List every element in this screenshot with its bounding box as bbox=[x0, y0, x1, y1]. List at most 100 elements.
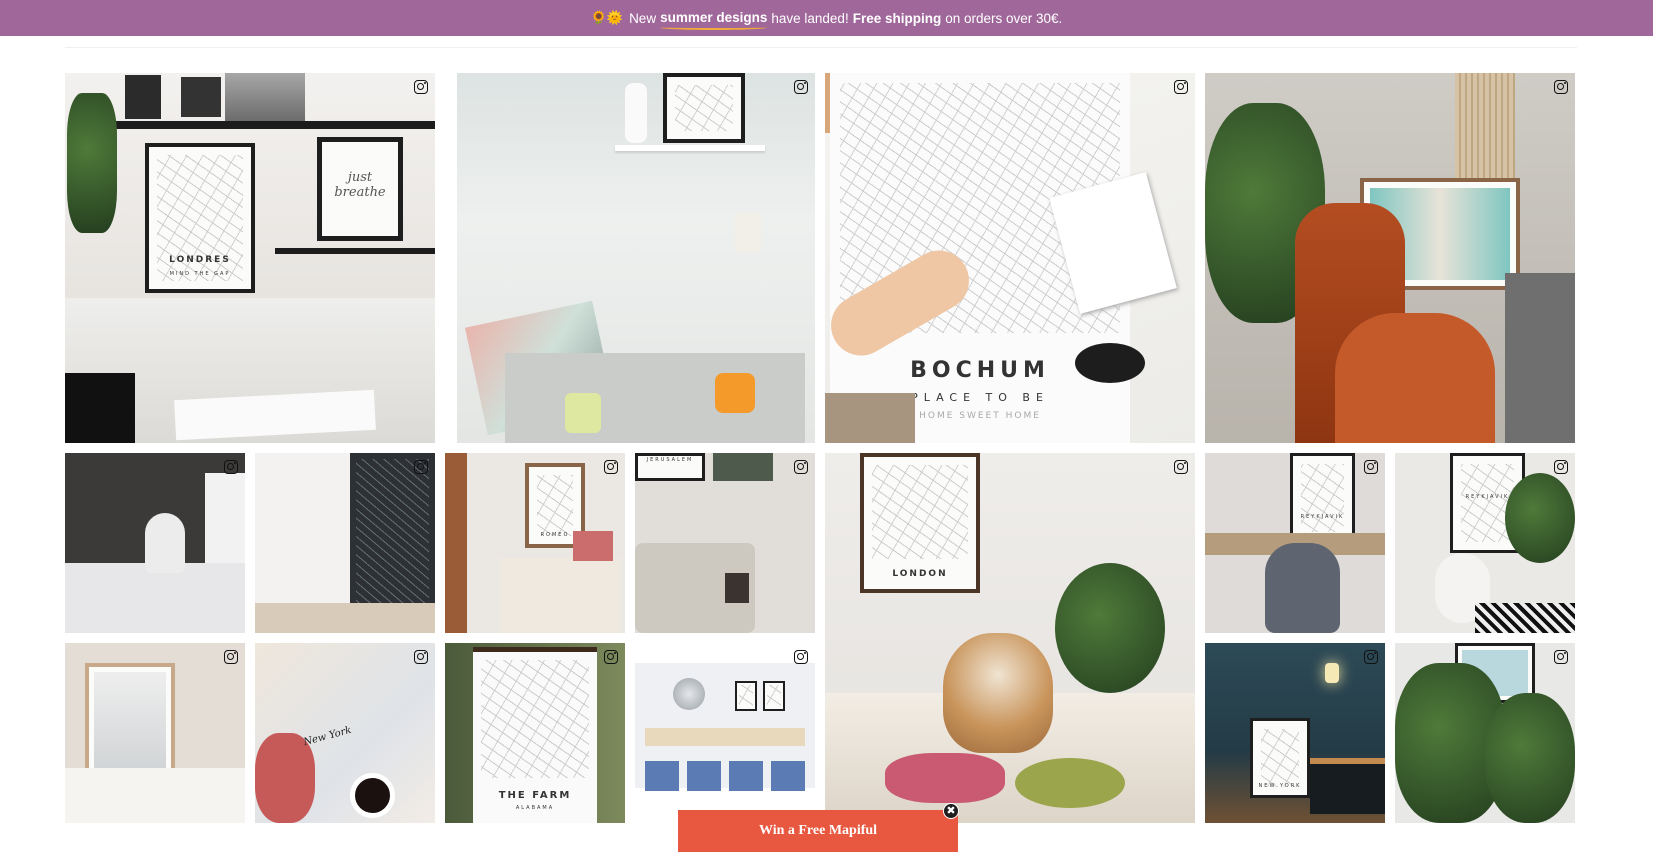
instagram-tile-12[interactable] bbox=[65, 643, 245, 823]
fruit-plate bbox=[1015, 758, 1125, 808]
poster-caption: LONDON bbox=[892, 569, 948, 579]
art-text: just breathe bbox=[334, 170, 386, 200]
map-poster: LONDON bbox=[860, 453, 980, 593]
instagram-tile-17[interactable] bbox=[1395, 643, 1575, 823]
instagram-tile-11[interactable]: REYKJAVIK bbox=[1395, 453, 1575, 633]
lamp-shade bbox=[735, 213, 761, 253]
win-free-mapiful-label: Win a Free Mapiful bbox=[758, 823, 878, 838]
instagram-icon bbox=[604, 650, 618, 664]
instagram-icon bbox=[1554, 80, 1568, 94]
instagram-tile-10[interactable]: REYKJAVIK bbox=[1205, 453, 1385, 633]
instagram-tile-7[interactable]: ROMEO bbox=[445, 453, 625, 633]
announcement-link-summer-designs[interactable]: summer designs bbox=[660, 10, 768, 30]
instagram-tile-2[interactable] bbox=[445, 73, 815, 443]
instagram-icon bbox=[414, 460, 428, 474]
dresser bbox=[500, 558, 620, 633]
instagram-icon bbox=[1554, 460, 1568, 474]
shelf bbox=[275, 248, 435, 254]
vase bbox=[625, 83, 647, 143]
hanging-plant bbox=[67, 93, 117, 233]
plant bbox=[1505, 473, 1575, 563]
instagram-icon bbox=[794, 460, 808, 474]
poster-caption: REYKJAVIK bbox=[1300, 514, 1345, 520]
juice-glass bbox=[715, 373, 755, 413]
small-frame bbox=[125, 75, 161, 119]
instagram-icon bbox=[414, 80, 428, 94]
sweater bbox=[1335, 313, 1495, 443]
announcement-text-landed: have landed! bbox=[771, 10, 849, 26]
instagram-icon bbox=[794, 80, 808, 94]
instagram-icon bbox=[1174, 80, 1188, 94]
forest-print bbox=[225, 73, 305, 121]
bathtub bbox=[65, 768, 245, 823]
rug bbox=[1475, 603, 1575, 633]
map-poster bbox=[85, 663, 175, 783]
sun-emoji: 🌻🌞 bbox=[590, 10, 624, 25]
map-poster bbox=[663, 73, 745, 143]
instagram-tile-4[interactable] bbox=[1205, 73, 1575, 443]
floor bbox=[255, 603, 435, 633]
plant bbox=[1485, 693, 1575, 823]
bed bbox=[1505, 273, 1575, 443]
lamp bbox=[725, 573, 749, 603]
map-poster: LONDRES MIND THE GAP bbox=[145, 143, 255, 293]
instagram-icon bbox=[1174, 460, 1188, 474]
announcement-bar: 🌻🌞 New summer designs have landed! Free … bbox=[0, 0, 1653, 36]
glass bbox=[565, 393, 601, 433]
person bbox=[1265, 543, 1340, 633]
chair bbox=[65, 373, 135, 443]
close-icon[interactable]: ✖ bbox=[943, 803, 959, 819]
poster-caption: JERUSALEM bbox=[646, 457, 694, 463]
announcement-text-orders: on orders over 30€. bbox=[945, 10, 1063, 26]
forest-print bbox=[713, 453, 773, 481]
plant bbox=[1055, 563, 1165, 693]
small-frame bbox=[181, 77, 221, 117]
shelf bbox=[110, 121, 435, 129]
wall-lamp bbox=[1325, 663, 1339, 683]
poster-caption: NEW YORK bbox=[1258, 783, 1302, 789]
instagram-icon bbox=[604, 460, 618, 474]
shelf bbox=[615, 145, 765, 151]
instagram-tile-5[interactable] bbox=[65, 453, 245, 633]
frame-edge bbox=[445, 73, 457, 443]
poster-subcaption: ALABAMA bbox=[515, 805, 555, 811]
instagram-tile-9[interactable]: LONDON bbox=[825, 453, 1195, 823]
map-caption: New York bbox=[302, 724, 353, 749]
instagram-tile-16[interactable]: NEW YORK bbox=[1205, 643, 1385, 823]
mirror bbox=[673, 678, 705, 710]
bench bbox=[645, 728, 805, 746]
instagram-tile-1[interactable]: LONDRES MIND THE GAP just breathe bbox=[65, 73, 435, 443]
tulips bbox=[885, 753, 1005, 803]
announcement-free-shipping: Free shipping bbox=[852, 10, 942, 26]
sunglasses bbox=[1075, 343, 1145, 383]
bulldog bbox=[943, 633, 1053, 753]
instagram-tile-13[interactable]: New York bbox=[255, 643, 435, 823]
map-poster: NEW YORK bbox=[1250, 718, 1310, 798]
instagram-icon bbox=[414, 650, 428, 664]
art-frame: just breathe bbox=[317, 137, 403, 241]
instagram-icon bbox=[1554, 650, 1568, 664]
instagram-tile-15[interactable] bbox=[635, 643, 815, 823]
map-poster: REYKJAVIK bbox=[1290, 453, 1355, 543]
instagram-icon bbox=[1364, 460, 1378, 474]
poster-caption: THE FARM bbox=[498, 790, 572, 801]
curtain bbox=[445, 453, 467, 633]
instagram-tile-6[interactable] bbox=[255, 453, 435, 633]
poster-caption: LONDRES bbox=[169, 255, 231, 265]
bed bbox=[65, 563, 245, 633]
instagram-tile-3[interactable]: BOCHUM PLACE TO BE HOME SWEET HOME bbox=[825, 73, 1195, 443]
instagram-tile-8[interactable]: JERUSALEM bbox=[635, 453, 815, 633]
instagram-tile-14[interactable]: THE FARM ALABAMA bbox=[445, 643, 625, 823]
instagram-icon bbox=[794, 650, 808, 664]
win-free-mapiful-button[interactable]: Win a Free Mapiful bbox=[678, 810, 958, 852]
macrame bbox=[1455, 73, 1515, 193]
instagram-icon bbox=[224, 650, 238, 664]
map-poster: THE FARM ALABAMA bbox=[473, 647, 597, 823]
instagram-icon bbox=[1364, 650, 1378, 664]
coffee-cup bbox=[350, 773, 395, 818]
announcement-text-new: New bbox=[629, 10, 657, 26]
table bbox=[505, 353, 805, 443]
instagram-icon bbox=[224, 460, 238, 474]
window bbox=[205, 473, 245, 563]
divider bbox=[65, 47, 1577, 48]
